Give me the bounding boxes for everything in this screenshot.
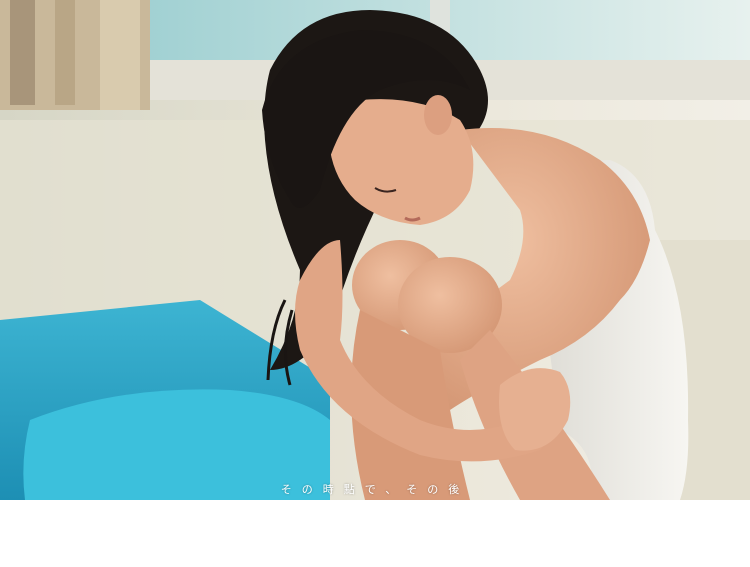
photo-scene bbox=[0, 0, 750, 500]
photo: その時點で、その後 bbox=[0, 0, 750, 500]
curtain bbox=[0, 0, 150, 110]
ear bbox=[424, 95, 452, 135]
bottom-margin bbox=[0, 500, 750, 567]
photo-caption: その時點で、その後 bbox=[280, 483, 470, 496]
